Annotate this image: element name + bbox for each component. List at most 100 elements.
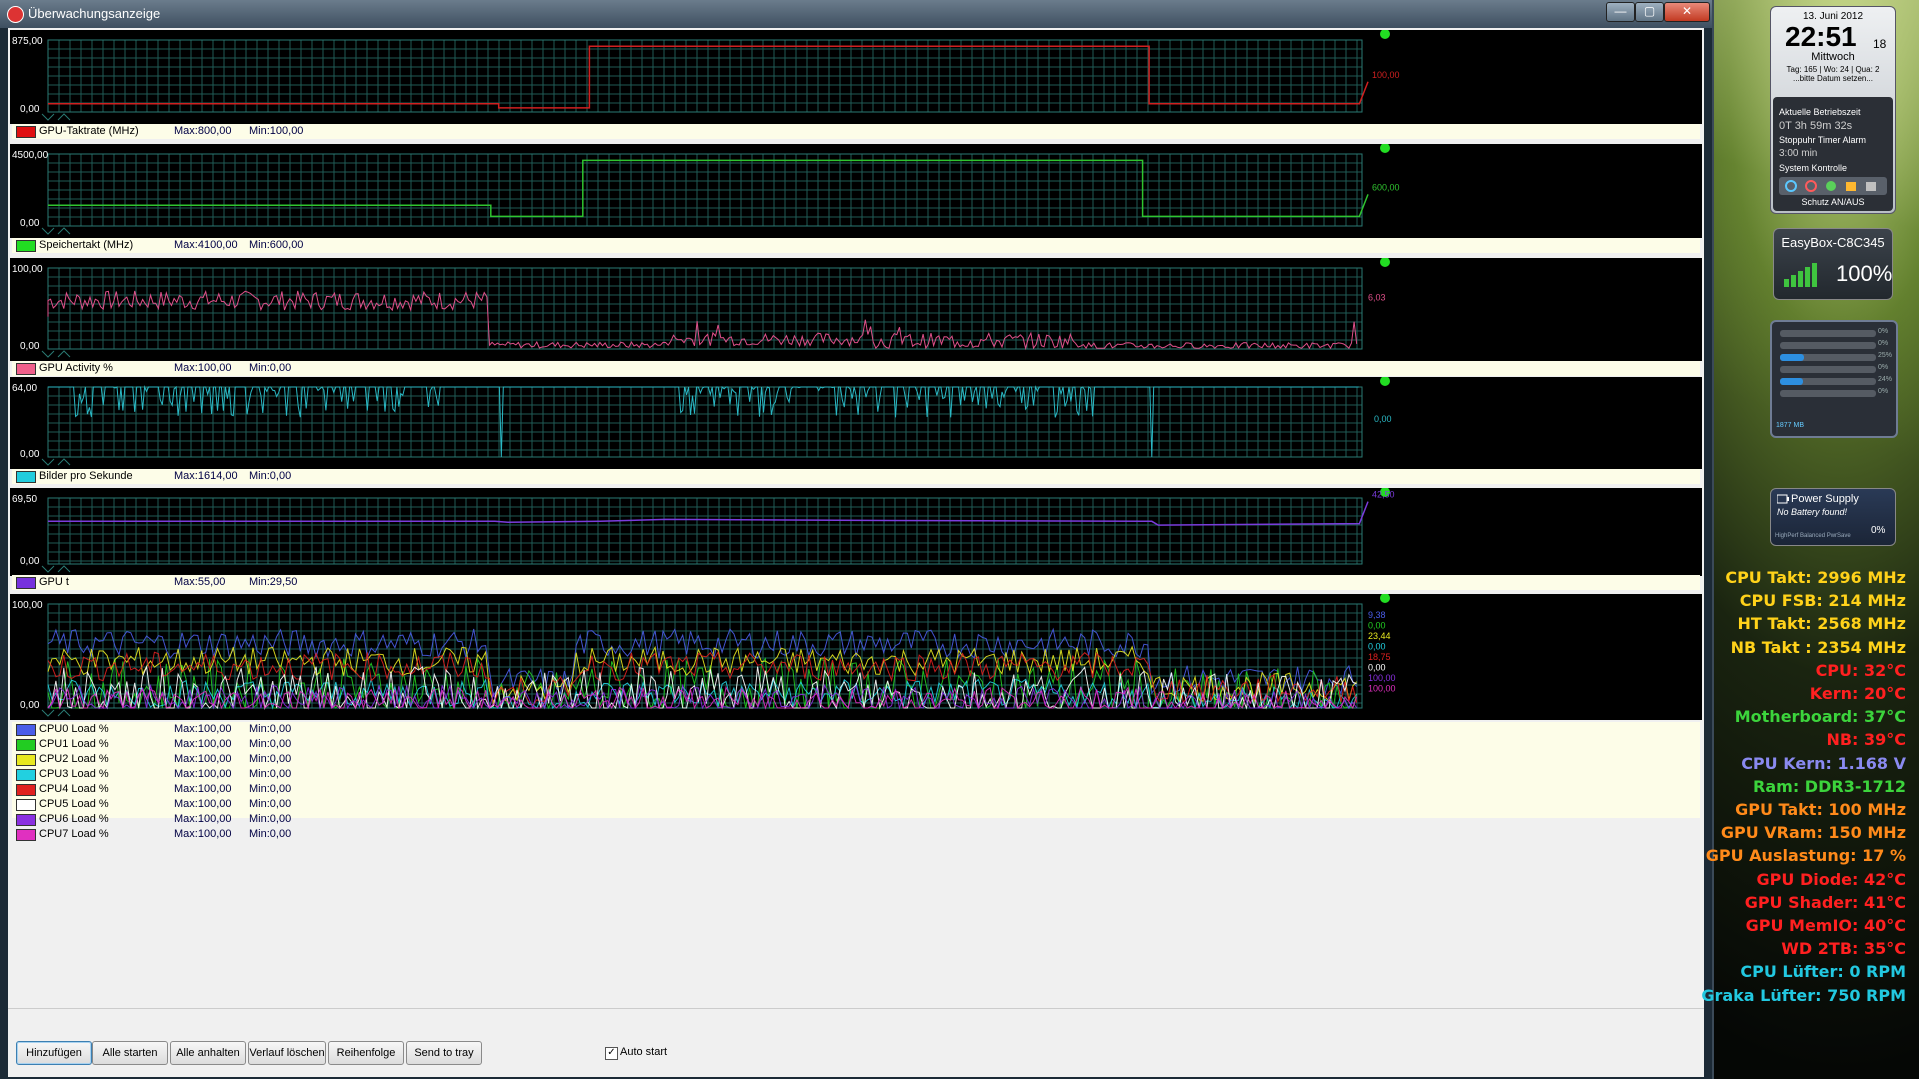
plot-frame xyxy=(47,386,1363,458)
sensor-reading: CPU FSB: 214 MHz xyxy=(1739,591,1906,611)
legend-series-name: CPU1 Load % xyxy=(39,738,109,750)
legend-row[interactable]: CPU6 Load % Max:100,00 Min:0,00 xyxy=(12,812,1700,827)
fps-series-line xyxy=(48,385,1359,458)
y-min-label: 0,00 xyxy=(20,104,40,115)
sensor-reading: Kern: 20°C xyxy=(1809,684,1906,703)
legend-row[interactable]: Speichertakt (MHz) Max:4100,00 Min:600,00 xyxy=(12,238,1700,253)
battery-percent: 0% xyxy=(1871,525,1886,536)
sensor-reading: GPU Diode: 42°C xyxy=(1756,869,1906,889)
timer-label: Stoppuhr Timer Alarm xyxy=(1779,135,1867,145)
plot-frame xyxy=(47,497,1363,565)
battery-icon xyxy=(1777,494,1789,504)
legend-series-name: CPU5 Load % xyxy=(39,798,109,810)
clock-gadget[interactable]: 13. Juni 2012 22:51 18 Mittwoch Tag: 165… xyxy=(1770,6,1896,214)
y-max-label: 4500,00 xyxy=(12,150,49,161)
clock-week-numbers: Tag: 165 | Wo: 24 | Qua: 2 xyxy=(1786,65,1880,74)
gpu-temp-graph[interactable]: 69,50 0,00 42,50 xyxy=(10,488,1702,576)
timer-value[interactable]: 3:00 min xyxy=(1779,148,1817,159)
legend-max-value: Max:100,00 xyxy=(174,783,232,795)
scroll-arrows-icon xyxy=(41,458,71,466)
gpu-activity-graph[interactable]: 100,00 0,00 6,03 xyxy=(10,258,1702,361)
cpu-core-meter-label: 0% xyxy=(1878,340,1889,347)
add-button[interactable]: Hinzufügen xyxy=(16,1041,92,1065)
stop-all-button[interactable]: Alle anhalten xyxy=(170,1041,246,1065)
legend-color-swatch xyxy=(16,363,36,375)
start-all-button[interactable]: Alle starten xyxy=(92,1041,168,1065)
legend-row[interactable]: GPU t Max:55,00 Min:29,50 xyxy=(12,575,1700,590)
legend-color-swatch xyxy=(16,799,36,811)
legend-row[interactable]: GPU Activity % Max:100,00 Min:0,00 xyxy=(12,361,1700,376)
system-control-icons[interactable] xyxy=(1779,177,1887,195)
legend-row[interactable]: Bilder pro Sekunde Max:1614,00 Min:0,00 xyxy=(12,469,1700,484)
uptime-label: Aktuelle Betriebszeit xyxy=(1779,107,1861,117)
window-title: Überwachungsanzeige xyxy=(28,6,161,21)
legend-row[interactable]: CPU5 Load % Max:100,00 Min:0,00 xyxy=(12,797,1700,812)
current-value-label: 23,44 xyxy=(1368,631,1391,641)
order-button[interactable]: Reihenfolge xyxy=(328,1041,404,1065)
legend-min-value: Min:0,00 xyxy=(249,768,292,780)
monitor-window: Überwachungsanzeige — ▢ ✕ 875,00 0,00 100,… xyxy=(0,0,1714,1079)
grid-lines xyxy=(47,497,1362,564)
legend-row[interactable]: CPU2 Load % Max:100,00 Min:0,00 xyxy=(12,752,1700,767)
legend-min-value: Min:0,00 xyxy=(249,738,292,750)
wifi-signal-icon xyxy=(1784,263,1817,287)
fps-graph[interactable]: 64,00 0,00 0,00 xyxy=(10,377,1702,469)
legend-max-value: Max:100,00 xyxy=(174,798,232,810)
legend-series-name: CPU7 Load % xyxy=(39,828,109,840)
legend-row[interactable]: CPU0 Load % Max:100,00 Min:0,00 xyxy=(12,722,1700,737)
app-icon xyxy=(7,6,24,23)
legend-row[interactable]: CPU4 Load % Max:100,00 Min:0,00 xyxy=(12,782,1700,797)
sensor-reading: CPU Takt: 2996 MHz xyxy=(1725,568,1906,587)
fps-legend: Bilder pro Sekunde Max:1614,00 Min:0,00 xyxy=(12,469,1700,484)
autostart-checkbox[interactable]: ✓ xyxy=(605,1047,618,1060)
power-modes[interactable]: HighPerf Balanced PwrSave xyxy=(1775,533,1851,539)
y-max-label: 64,00 xyxy=(12,383,37,394)
legend-min-value: Min:0,00 xyxy=(249,753,292,765)
legend-min-value: Min:0,00 xyxy=(249,813,292,825)
sensor-reading: GPU Shader: 41°C xyxy=(1744,892,1906,912)
cpu-meter-gadget[interactable]: 1877 MB 0% 0% 25% 0% 24% 0% xyxy=(1770,320,1898,438)
cpu-load-graph[interactable]: 100,000,009,380,0023,440,0018,750,00100,… xyxy=(10,594,1702,720)
sensor-reading: CPU: 32°C xyxy=(1815,660,1906,680)
legend-max-value: Max:100,00 xyxy=(174,723,232,735)
legend-series-name: CPU3 Load % xyxy=(39,768,109,780)
sensor-reading: CPU Lüfter: 0 RPM xyxy=(1740,962,1906,982)
cpu-core-meter xyxy=(1780,330,1876,337)
legend-color-swatch xyxy=(16,829,36,841)
legend-row[interactable]: CPU7 Load % Max:100,00 Min:0,00 xyxy=(12,827,1700,842)
send-to-tray-button[interactable]: Send to tray xyxy=(406,1041,482,1065)
legend-row[interactable]: CPU1 Load % Max:100,00 Min:0,00 xyxy=(12,737,1700,752)
power-supply-gadget[interactable]: Power Supply No Battery found! 0% HighPe… xyxy=(1770,488,1896,546)
legend-color-swatch xyxy=(16,754,36,766)
maximize-button[interactable]: ▢ xyxy=(1635,2,1664,22)
clear-history-button[interactable]: Verlauf löschen xyxy=(248,1041,326,1065)
legend-row[interactable]: GPU-Taktrate (MHz) Max:800,00 Min:100,00 xyxy=(12,124,1700,139)
sensor-reading: CPU Kern: 1.168 V xyxy=(1741,753,1906,773)
protection-toggle[interactable]: Schutz AN/AUS xyxy=(1771,197,1895,207)
minimize-button[interactable]: — xyxy=(1606,2,1635,22)
legend-max-value: Max:100,00 xyxy=(174,768,232,780)
current-value-label: 100,00 xyxy=(1368,684,1396,694)
legend-max-value: Max:100,00 xyxy=(174,738,232,750)
legend-max-value: Max:4100,00 xyxy=(174,239,238,251)
y-min-label: 0,00 xyxy=(20,218,40,229)
status-led-icon xyxy=(1380,258,1390,267)
sensor-reading: GPU Takt: 100 MHz xyxy=(1735,800,1906,819)
wifi-network-name: EasyBox-C8C345 xyxy=(1781,235,1885,250)
wifi-gadget[interactable]: EasyBox-C8C345 100% xyxy=(1773,228,1893,300)
gpu-clock-legend: GPU-Taktrate (MHz) Max:800,00 Min:100,00 xyxy=(12,124,1700,139)
close-button[interactable]: ✕ xyxy=(1664,2,1710,22)
sensor-reading: Ram: DDR3-1712 xyxy=(1753,776,1906,796)
status-led-icon xyxy=(1380,594,1390,603)
legend-min-value: Min:0,00 xyxy=(249,828,292,840)
current-value-label: 42,50 xyxy=(1372,490,1395,500)
cpu-core-meter xyxy=(1780,354,1876,361)
current-value-label: 9,38 xyxy=(1368,610,1386,620)
gpu-clock-graph[interactable]: 875,00 0,00 100,00 xyxy=(10,30,1702,124)
legend-row[interactable]: CPU3 Load % Max:100,00 Min:0,00 xyxy=(12,767,1700,782)
memory-clock-graph[interactable]: 4500,00 0,00 600,00 xyxy=(10,144,1702,238)
title-bar[interactable]: Überwachungsanzeige — ▢ ✕ xyxy=(0,0,1712,28)
legend-min-value: Min:0,00 xyxy=(249,362,292,374)
current-value-label: 0,00 xyxy=(1368,663,1386,673)
sensor-reading: Motherboard: 37°C xyxy=(1734,707,1906,727)
